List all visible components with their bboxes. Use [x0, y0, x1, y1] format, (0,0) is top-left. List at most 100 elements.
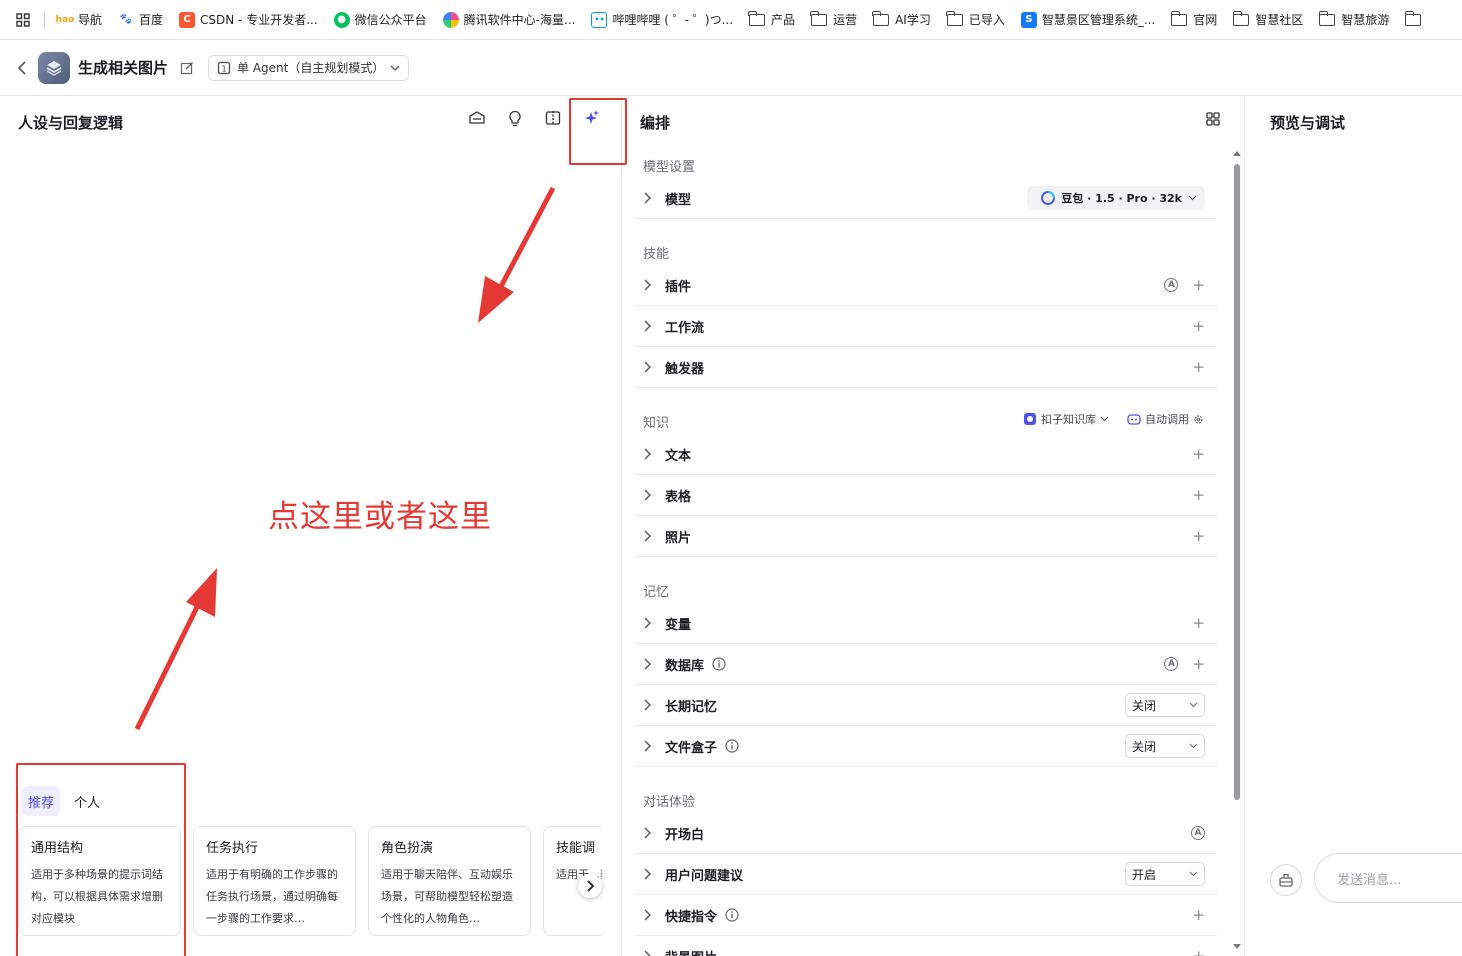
- agent-mode-dropdown[interactable]: 1 单 Agent（自主规划模式）: [208, 54, 410, 81]
- row-label: 插件: [665, 279, 692, 295]
- section-dialog-experience: 对话体验: [643, 795, 696, 810]
- bookmark-folder-imported[interactable]: 已导入: [946, 10, 1005, 28]
- back-arrow-icon[interactable]: [14, 60, 30, 76]
- add-icon[interactable]: +: [1192, 528, 1205, 544]
- add-icon[interactable]: +: [1192, 446, 1205, 462]
- chevron-down-icon: [1188, 195, 1197, 201]
- row-workflow[interactable]: 工作流 +: [635, 306, 1217, 347]
- add-icon[interactable]: +: [1192, 907, 1205, 923]
- info-icon[interactable]: [725, 908, 739, 922]
- chevron-right-icon[interactable]: [578, 874, 602, 898]
- add-icon[interactable]: +: [1192, 318, 1205, 334]
- row-trigger[interactable]: 触发器 +: [635, 347, 1217, 388]
- bookmark-tencent[interactable]: 腾讯软件中心-海量...: [442, 11, 575, 28]
- baidu-icon: 🐾: [118, 11, 135, 28]
- info-icon[interactable]: [725, 739, 739, 753]
- orchestration-panel: 编排 模型设置 模型 豆包 · 1.5 · Pro · 32k 技能 插件 A +…: [623, 96, 1245, 956]
- auto-badge-icon[interactable]: A: [1164, 278, 1179, 292]
- bookmark-csdn[interactable]: C CSDN - 专业开发者...: [179, 11, 318, 28]
- template-card[interactable]: 通用结构 适用于多种场景的提示词结构，可以根据具体需求增删对应模块: [18, 826, 181, 936]
- auto-badge-icon[interactable]: A: [1164, 657, 1179, 671]
- bookmark-folder-ai[interactable]: AI学习: [872, 10, 931, 28]
- agent-mode-icon: 1: [217, 61, 231, 74]
- auto-badge-icon[interactable]: A: [1191, 826, 1205, 840]
- chevron-down-icon: [1189, 743, 1198, 749]
- add-icon[interactable]: +: [1192, 487, 1205, 503]
- row-text[interactable]: 文本 +: [635, 434, 1217, 475]
- scroll-up-icon[interactable]: [1233, 150, 1241, 156]
- bookmarks-bar: hao 导航 🐾 百度 C CSDN - 专业开发者... ● 微信公众平台 腾讯软件中…: [0, 0, 1462, 40]
- section-skills: 技能: [643, 247, 670, 262]
- row-label: 照片: [665, 530, 692, 546]
- template-card-desc: 适用于聊天陪伴、互动娱乐场景，可帮助模型轻松塑造个性化的人物角色…: [381, 868, 513, 925]
- row-variables[interactable]: 变量 +: [635, 603, 1217, 644]
- row-question-suggestions[interactable]: 用户问题建议 开启: [635, 854, 1217, 895]
- hao-icon: hao: [56, 11, 74, 28]
- tab-personal[interactable]: 个人: [68, 786, 106, 816]
- bookmark-baidu[interactable]: 🐾 百度: [118, 11, 163, 28]
- template-card-title: 角色扮演: [381, 841, 434, 856]
- knowledge-source-select[interactable]: 扣子知识库: [1023, 411, 1109, 427]
- chevron-right-icon: [637, 320, 657, 332]
- message-input[interactable]: 发送消息...: [1314, 853, 1462, 903]
- row-database[interactable]: 数据库 A +: [635, 644, 1217, 685]
- template-card-desc: 适用于…获取…的场景…: [556, 868, 602, 881]
- bookmark-folder-more[interactable]: [1404, 10, 1427, 26]
- info-icon[interactable]: [712, 657, 726, 671]
- compare-icon[interactable]: [543, 108, 563, 128]
- template-card-desc: 适用于有明确的工作步骤的任务执行场景，通过明确每一步骤的工作要求…: [206, 868, 338, 925]
- doubao-logo-icon: [1041, 191, 1056, 205]
- row-background-image[interactable]: 背景图片 +: [635, 936, 1217, 956]
- bookmark-bilibili[interactable]: •• 哔哩哔哩 ( ゜- ゜)つ...: [591, 11, 733, 28]
- preview-title: 预览与调试: [1270, 114, 1346, 132]
- row-plugins[interactable]: 插件 A +: [635, 265, 1217, 306]
- chevron-right-icon: [637, 361, 657, 373]
- row-label: 工作流: [665, 320, 705, 336]
- add-icon[interactable]: +: [1192, 948, 1205, 956]
- bookmark-folder-product[interactable]: 产品: [748, 10, 795, 28]
- suggestions-select[interactable]: 开启: [1125, 862, 1205, 886]
- add-icon[interactable]: +: [1192, 656, 1205, 672]
- clear-history-button[interactable]: [1270, 864, 1302, 896]
- add-icon[interactable]: +: [1192, 359, 1205, 375]
- row-label: 表格: [665, 489, 692, 505]
- template-card[interactable]: 角色扮演 适用于聊天陪伴、互动娱乐场景，可帮助模型轻松塑造个性化的人物角色…: [368, 826, 531, 936]
- chevron-right-icon: [637, 192, 657, 204]
- row-table[interactable]: 表格 +: [635, 475, 1217, 516]
- bookmark-folder-tourism[interactable]: 智慧旅游: [1318, 10, 1389, 28]
- bilibili-icon: ••: [591, 11, 608, 28]
- chevron-down-icon: [1189, 871, 1198, 877]
- add-icon[interactable]: +: [1192, 277, 1205, 293]
- apps-grid-icon[interactable]: [12, 9, 34, 31]
- bookmark-folder-community[interactable]: 智慧社区: [1232, 10, 1303, 28]
- bookmark-wechat[interactable]: ● 微信公众平台: [333, 11, 427, 28]
- bookmark-folder-site[interactable]: 官网: [1170, 10, 1217, 28]
- row-long-memory[interactable]: 长期记忆 关闭: [635, 685, 1217, 726]
- file-box-select[interactable]: 关闭: [1125, 734, 1205, 758]
- row-shortcuts[interactable]: 快捷指令 +: [635, 895, 1217, 936]
- model-select[interactable]: 豆包 · 1.5 · Pro · 32k: [1027, 186, 1205, 210]
- layout-grid-icon[interactable]: [1206, 112, 1220, 130]
- bookmark-scenic-system[interactable]: S 智慧景区管理系统_...: [1020, 11, 1155, 28]
- add-icon[interactable]: +: [1192, 615, 1205, 631]
- lightbulb-icon[interactable]: [505, 108, 525, 128]
- knowledge-call-mode[interactable]: 自动调用: [1127, 411, 1204, 427]
- scroll-down-icon[interactable]: [1233, 944, 1241, 950]
- s-logo-icon: S: [1020, 11, 1037, 28]
- tab-recommended[interactable]: 推荐: [22, 786, 61, 816]
- edit-icon[interactable]: [180, 61, 194, 75]
- row-label: 长期记忆: [665, 699, 718, 715]
- template-cards: 通用结构 适用于多种场景的提示词结构，可以根据具体需求增删对应模块 任务执行 适…: [18, 826, 602, 936]
- bookmark-hao[interactable]: hao 导航: [56, 11, 102, 28]
- scroll-thumb[interactable]: [1234, 164, 1240, 800]
- prompt-library-icon[interactable]: [467, 108, 487, 128]
- robot-icon: [1127, 414, 1141, 425]
- row-photo[interactable]: 照片 +: [635, 516, 1217, 557]
- bookmark-folder-ops[interactable]: 运营: [810, 10, 857, 28]
- long-memory-select[interactable]: 关闭: [1125, 693, 1205, 717]
- row-model[interactable]: 模型 豆包 · 1.5 · Pro · 32k: [635, 178, 1217, 219]
- row-file-box[interactable]: 文件盒子 关闭: [635, 726, 1217, 767]
- row-opening[interactable]: 开场白 A: [635, 813, 1217, 854]
- orchestration-scrollbar[interactable]: [1233, 150, 1241, 956]
- template-card[interactable]: 任务执行 适用于有明确的工作步骤的任务执行场景，通过明确每一步骤的工作要求…: [193, 826, 356, 936]
